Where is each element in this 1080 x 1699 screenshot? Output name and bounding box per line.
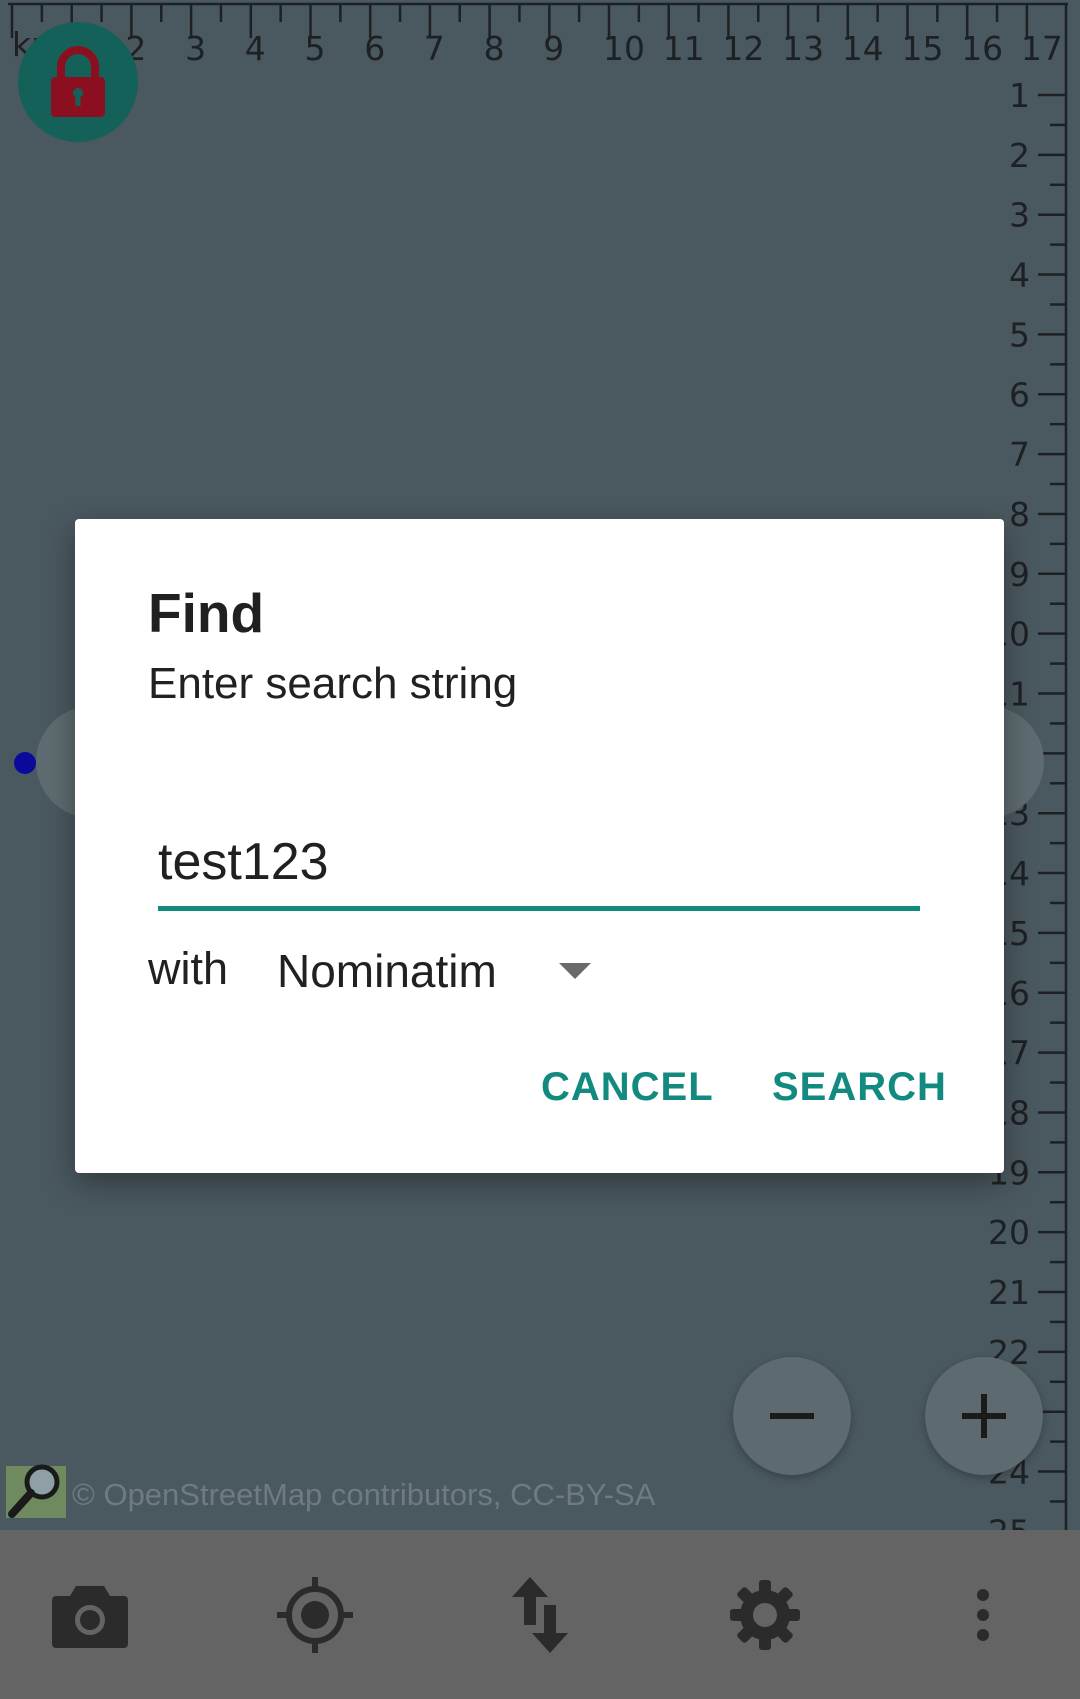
current-location-dot	[14, 752, 36, 774]
crosshair-icon	[277, 1577, 353, 1653]
dropdown-arrow-icon	[559, 963, 591, 979]
map-attribution[interactable]: © OpenStreetMap contributors, CC-BY-SA	[72, 1477, 655, 1513]
provider-selected-value: Nominatim	[277, 945, 497, 997]
search-provider-select[interactable]: Nominatim	[277, 933, 607, 1009]
search-button[interactable]: SEARCH	[772, 1065, 947, 1110]
map-search-icon[interactable]	[4, 1458, 68, 1522]
with-label: with	[148, 943, 229, 994]
lock-button[interactable]	[18, 22, 138, 142]
dialog-title: Find	[148, 582, 265, 644]
zoom-in-button[interactable]	[925, 1357, 1043, 1475]
swap-vertical-icon	[512, 1577, 568, 1653]
overflow-menu-button[interactable]	[938, 1575, 1028, 1655]
search-input-underline	[158, 906, 920, 911]
minus-icon	[770, 1413, 814, 1419]
zoom-out-button[interactable]	[733, 1357, 851, 1475]
plus-icon	[962, 1394, 1006, 1438]
dialog-message: Enter search string	[148, 659, 518, 708]
camera-button[interactable]	[45, 1575, 135, 1655]
gear-icon	[730, 1580, 800, 1650]
find-dialog: Find Enter search string with Nominatim …	[75, 519, 1004, 1173]
camera-icon	[52, 1586, 128, 1648]
more-vert-icon	[977, 1589, 989, 1641]
cancel-button[interactable]: CANCEL	[541, 1065, 714, 1110]
transfer-button[interactable]	[495, 1575, 585, 1655]
search-input[interactable]	[158, 831, 915, 893]
lock-icon	[51, 46, 105, 117]
settings-button[interactable]	[720, 1575, 810, 1655]
locate-button[interactable]	[270, 1575, 360, 1655]
